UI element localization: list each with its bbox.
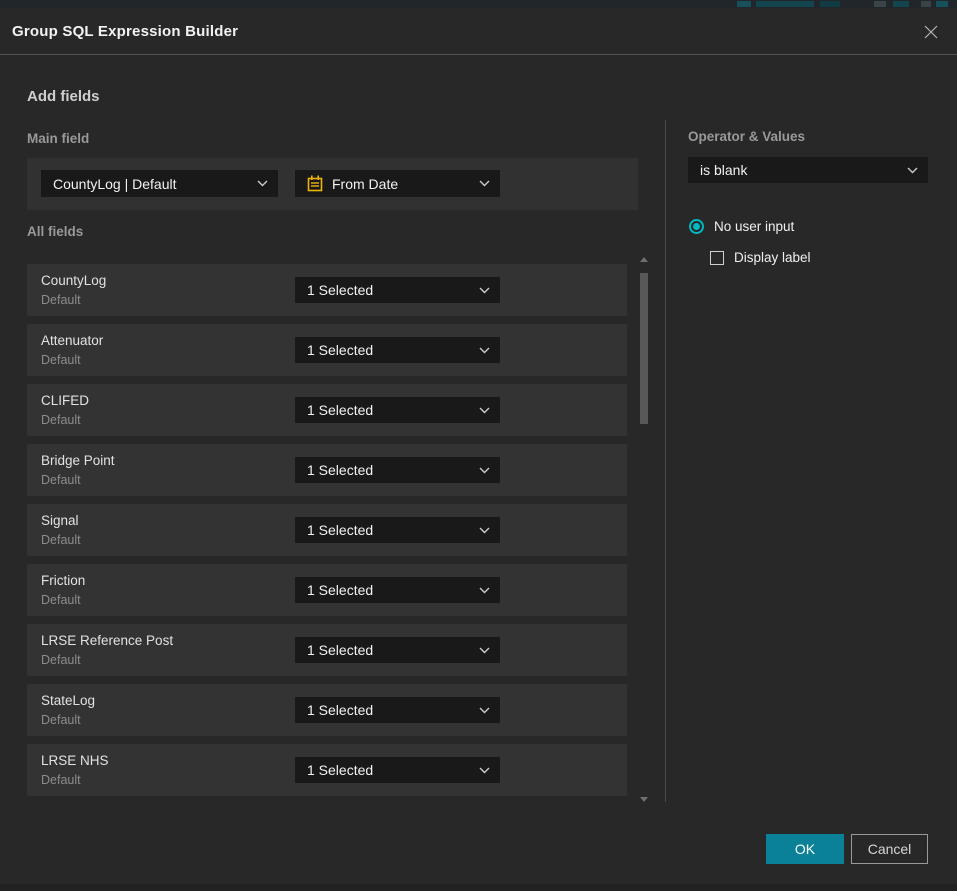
field-name: LRSE NHS (41, 753, 109, 768)
main-field-label: Main field (27, 131, 89, 146)
backdrop-bottom-strip (0, 884, 957, 891)
backdrop-artifact (820, 1, 840, 7)
chevron-down-icon (479, 527, 490, 534)
field-row: Bridge Point Default 1 Selected (27, 444, 627, 496)
field-row: CountyLog Default 1 Selected (27, 264, 627, 316)
field-selection-select[interactable]: 1 Selected (295, 577, 500, 603)
operator-select[interactable]: is blank (688, 157, 928, 183)
field-row: StateLog Default 1 Selected (27, 684, 627, 736)
field-row: CLIFED Default 1 Selected (27, 384, 627, 436)
checkbox-unchecked-icon (710, 251, 724, 265)
chevron-down-icon (479, 707, 490, 714)
chevron-down-icon (479, 767, 490, 774)
field-sublabel: Default (41, 533, 81, 547)
ok-button[interactable]: OK (766, 834, 844, 864)
operator-values-label: Operator & Values (688, 129, 805, 144)
field-sublabel: Default (41, 773, 81, 787)
field-sublabel: Default (41, 353, 81, 367)
field-name: Signal (41, 513, 79, 528)
field-selection-select[interactable]: 1 Selected (295, 697, 500, 723)
main-field-select-value: From Date (332, 176, 471, 192)
operator-select-value: is blank (700, 162, 899, 178)
display-label-checkbox[interactable]: Display label (710, 250, 811, 265)
field-name: Bridge Point (41, 453, 115, 468)
scrollbar-up-arrow[interactable] (640, 256, 648, 262)
display-label-label: Display label (734, 250, 811, 265)
backdrop-artifact (737, 1, 751, 7)
backdrop-artifact (874, 1, 886, 7)
field-row: LRSE Reference Post Default 1 Selected (27, 624, 627, 676)
layer-select-value: CountyLog | Default (53, 176, 249, 192)
scrollbar-thumb[interactable] (640, 273, 648, 424)
add-fields-heading: Add fields (27, 88, 100, 105)
backdrop-artifact (921, 1, 931, 7)
field-selection-select[interactable]: 1 Selected (295, 637, 500, 663)
close-icon (923, 24, 939, 40)
chevron-down-icon (479, 347, 490, 354)
field-selection-value: 1 Selected (307, 582, 471, 598)
chevron-down-icon (479, 467, 490, 474)
all-fields-list: CountyLog Default 1 Selected Attenuator … (27, 264, 627, 804)
field-name: CLIFED (41, 393, 89, 408)
radio-selected-icon (689, 219, 704, 234)
field-name: Attenuator (41, 333, 103, 348)
field-selection-value: 1 Selected (307, 762, 471, 778)
list-scrollbar (638, 256, 650, 802)
group-sql-expression-builder-dialog: Group SQL Expression Builder Add fields … (0, 8, 957, 884)
all-fields-label: All fields (27, 224, 83, 239)
backdrop-artifact (756, 1, 814, 7)
backdrop-artifact (936, 1, 948, 7)
dialog-title: Group SQL Expression Builder (12, 23, 238, 40)
no-user-input-radio[interactable]: No user input (689, 219, 794, 234)
chevron-down-icon (479, 407, 490, 414)
field-row: Attenuator Default 1 Selected (27, 324, 627, 376)
field-sublabel: Default (41, 713, 81, 727)
layer-select[interactable]: CountyLog | Default (41, 170, 278, 197)
panel-divider (665, 120, 666, 802)
dialog-header: Group SQL Expression Builder (0, 8, 957, 55)
chevron-down-icon (479, 180, 490, 187)
field-selection-select[interactable]: 1 Selected (295, 457, 500, 483)
field-sublabel: Default (41, 593, 81, 607)
field-selection-value: 1 Selected (307, 342, 471, 358)
field-sublabel: Default (41, 473, 81, 487)
field-selection-value: 1 Selected (307, 642, 471, 658)
field-row: Signal Default 1 Selected (27, 504, 627, 556)
field-selection-value: 1 Selected (307, 462, 471, 478)
field-sublabel: Default (41, 653, 81, 667)
chevron-down-icon (479, 647, 490, 654)
calendar-icon (307, 175, 323, 192)
chevron-down-icon (907, 167, 918, 174)
field-selection-select[interactable]: 1 Selected (295, 337, 500, 363)
field-selection-value: 1 Selected (307, 402, 471, 418)
main-field-select[interactable]: From Date (295, 170, 500, 197)
chevron-down-icon (479, 587, 490, 594)
field-selection-select[interactable]: 1 Selected (295, 397, 500, 423)
field-selection-select[interactable]: 1 Selected (295, 757, 500, 783)
no-user-input-label: No user input (714, 219, 794, 234)
field-name: LRSE Reference Post (41, 633, 173, 648)
field-selection-value: 1 Selected (307, 282, 471, 298)
cancel-button[interactable]: Cancel (851, 834, 928, 864)
chevron-down-icon (257, 180, 268, 187)
field-selection-select[interactable]: 1 Selected (295, 517, 500, 543)
field-row: Friction Default 1 Selected (27, 564, 627, 616)
field-name: Friction (41, 573, 85, 588)
backdrop-app-strip (0, 0, 957, 8)
close-button[interactable] (919, 20, 943, 44)
backdrop-artifact (893, 1, 909, 7)
scrollbar-down-arrow[interactable] (640, 796, 648, 802)
field-sublabel: Default (41, 413, 81, 427)
field-selection-value: 1 Selected (307, 522, 471, 538)
field-name: StateLog (41, 693, 95, 708)
field-selection-select[interactable]: 1 Selected (295, 277, 500, 303)
field-row: LRSE NHS Default 1 Selected (27, 744, 627, 796)
field-selection-value: 1 Selected (307, 702, 471, 718)
field-sublabel: Default (41, 293, 81, 307)
field-name: CountyLog (41, 273, 106, 288)
main-field-panel: CountyLog | Default From Date (27, 158, 638, 210)
chevron-down-icon (479, 287, 490, 294)
